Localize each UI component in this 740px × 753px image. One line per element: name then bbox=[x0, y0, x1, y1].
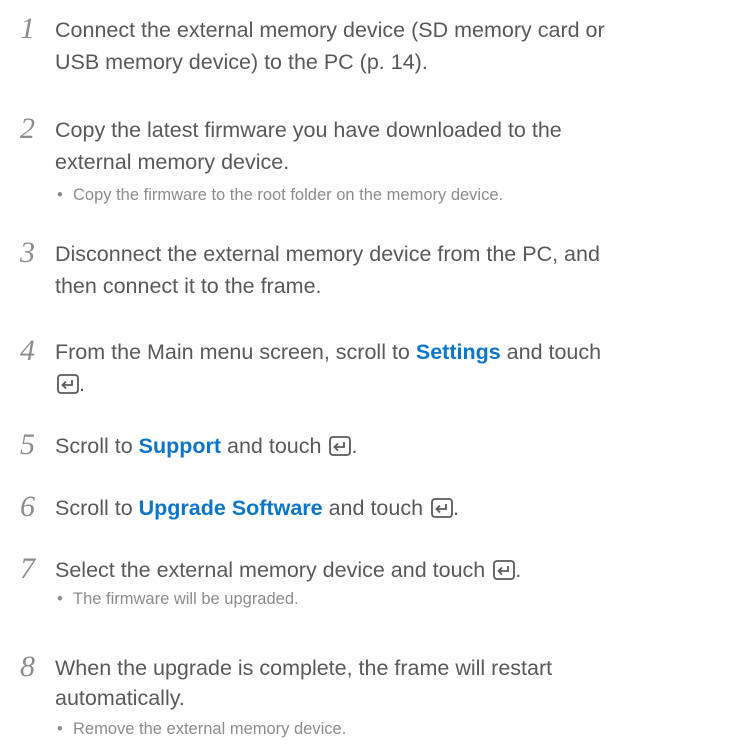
enter-button-icon bbox=[57, 374, 79, 394]
step-text: . bbox=[515, 558, 522, 582]
bullet: • bbox=[57, 590, 63, 608]
step-text-line: . bbox=[55, 368, 740, 400]
step-text-line: Select the external memory device and to… bbox=[55, 554, 740, 586]
menu-item-settings: Settings bbox=[415, 340, 501, 364]
step-text-line: Scroll to Upgrade Software and touch . bbox=[55, 492, 740, 524]
step-number: 3 bbox=[20, 236, 35, 269]
step-text: Scroll to bbox=[55, 496, 139, 520]
bullet: • bbox=[57, 720, 63, 738]
step-number: 8 bbox=[20, 650, 35, 683]
step-number: 1 bbox=[20, 12, 35, 45]
enter-button-icon bbox=[431, 498, 453, 518]
step-text-line: external memory device. bbox=[55, 150, 290, 174]
step-text: Select the external memory device and to… bbox=[55, 558, 492, 582]
step-number: 5 bbox=[20, 428, 35, 461]
step-text: . bbox=[453, 496, 459, 520]
bullet: • bbox=[57, 186, 63, 204]
step-note: • The firmware will be upgraded. bbox=[55, 588, 740, 610]
step-text-line: Scroll to Support and touch . bbox=[55, 430, 740, 462]
step-text-line: USB memory device) to the PC (p. 14). bbox=[55, 50, 428, 74]
enter-button-icon bbox=[493, 560, 516, 580]
enter-button-icon bbox=[329, 436, 352, 456]
menu-item-upgrade-software: Upgrade Software bbox=[138, 496, 323, 520]
menu-item-support: Support bbox=[138, 434, 222, 458]
step-text: and touch bbox=[322, 496, 430, 520]
step-text-line: From the Main menu screen, scroll to Set… bbox=[55, 336, 740, 368]
step-text: and touch bbox=[221, 434, 328, 458]
step-text: From the Main menu screen, scroll to bbox=[55, 340, 416, 364]
step-text-line: automatically. bbox=[55, 686, 185, 710]
step-note-text: The firmware will be upgraded. bbox=[73, 590, 299, 608]
step-note: • Remove the external memory device. bbox=[55, 718, 740, 740]
step-note-text: Remove the external memory device. bbox=[73, 720, 347, 738]
step-number: 4 bbox=[20, 334, 35, 367]
step-text: Scroll to bbox=[55, 434, 139, 458]
step-note-text: Copy the firmware to the root folder on … bbox=[73, 186, 504, 204]
step-text: . bbox=[79, 372, 85, 396]
step-text-line: When the upgrade is complete, the frame … bbox=[55, 656, 553, 680]
step-note: • Copy the firmware to the root folder on… bbox=[55, 184, 740, 206]
step-text: . bbox=[351, 434, 358, 458]
step-number: 2 bbox=[20, 112, 35, 145]
step-text-line: Copy the latest firmware you have downlo… bbox=[55, 118, 562, 142]
step-text: and touch bbox=[500, 340, 602, 364]
step-text-line: Connect the external memory device (SD m… bbox=[55, 18, 605, 42]
step-number: 6 bbox=[20, 490, 35, 523]
step-number: 7 bbox=[20, 552, 35, 585]
step-text-line: then connect it to the frame. bbox=[55, 274, 322, 298]
step-text-line: Disconnect the external memory device fr… bbox=[55, 242, 600, 266]
